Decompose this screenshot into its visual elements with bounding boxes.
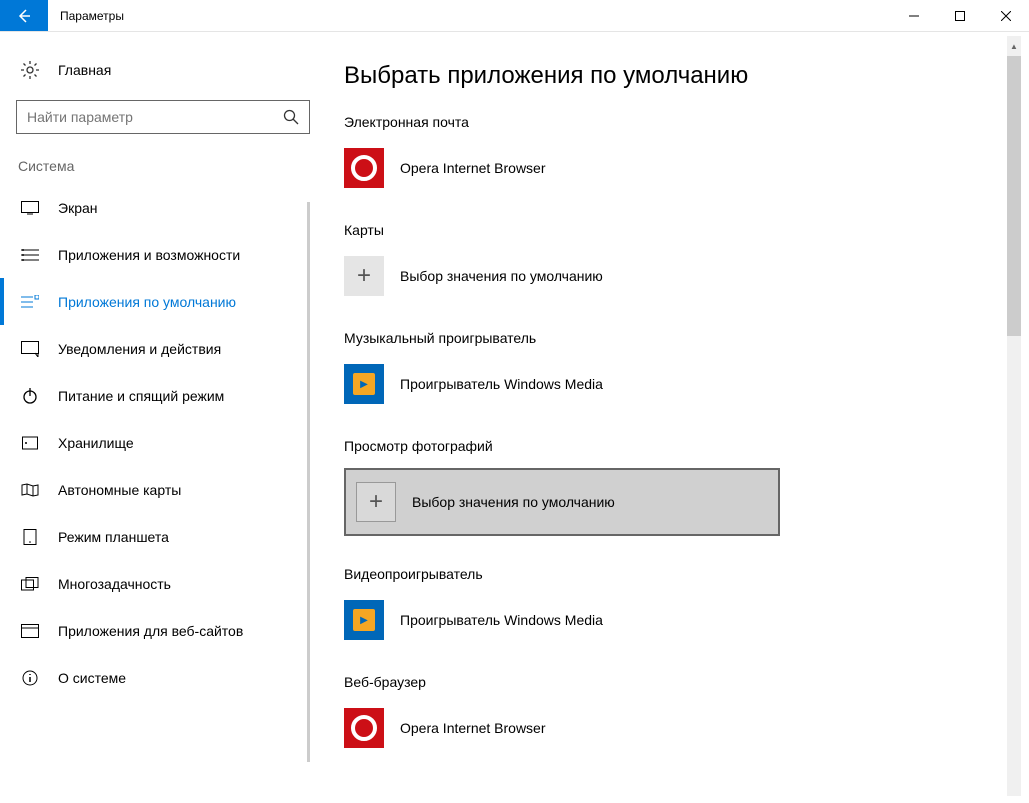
sidebar-item-label: Многозадачность bbox=[58, 576, 171, 592]
sidebar-item-label: Приложения по умолчанию bbox=[58, 294, 236, 310]
window-controls bbox=[891, 0, 1029, 31]
minimize-button[interactable] bbox=[891, 0, 937, 31]
default-app-email[interactable]: Opera Internet Browser bbox=[344, 144, 989, 192]
default-app-browser[interactable]: Opera Internet Browser bbox=[344, 704, 989, 752]
sidebar: Главная Система Экран Приложения и возмо… bbox=[0, 32, 310, 803]
content-area: Выбрать приложения по умолчанию Электрон… bbox=[310, 32, 1029, 803]
content-scrollbar[interactable]: ▲ bbox=[1007, 36, 1021, 796]
power-icon bbox=[20, 386, 40, 406]
titlebar: Параметры bbox=[0, 0, 1029, 32]
default-app-music[interactable]: Проигрыватель Windows Media bbox=[344, 360, 989, 408]
plus-icon: + bbox=[356, 482, 396, 522]
sidebar-item-tablet-mode[interactable]: Режим планшета bbox=[0, 513, 310, 560]
section-music-label: Музыкальный проигрыватель bbox=[344, 330, 989, 346]
opera-icon bbox=[344, 708, 384, 748]
sidebar-item-label: Автономные карты bbox=[58, 482, 181, 498]
section-maps-label: Карты bbox=[344, 222, 989, 238]
web-apps-icon bbox=[20, 621, 40, 641]
apps-icon bbox=[20, 245, 40, 265]
default-app-photo[interactable]: + Выбор значения по умолчанию bbox=[344, 468, 780, 536]
app-name: Выбор значения по умолчанию bbox=[412, 494, 615, 510]
notifications-icon bbox=[20, 339, 40, 359]
arrow-left-icon bbox=[16, 8, 32, 24]
app-name: Opera Internet Browser bbox=[400, 720, 546, 736]
tablet-icon bbox=[20, 527, 40, 547]
sidebar-item-label: Уведомления и действия bbox=[58, 341, 221, 357]
info-icon bbox=[20, 668, 40, 688]
app-name: Проигрыватель Windows Media bbox=[400, 376, 603, 392]
sidebar-item-web-apps[interactable]: Приложения для веб-сайтов bbox=[0, 607, 310, 654]
app-name: Проигрыватель Windows Media bbox=[400, 612, 603, 628]
sidebar-item-label: О системе bbox=[58, 670, 126, 686]
section-browser-label: Веб-браузер bbox=[344, 674, 989, 690]
wmp-icon bbox=[344, 600, 384, 640]
sidebar-item-storage[interactable]: Хранилище bbox=[0, 419, 310, 466]
sidebar-item-about[interactable]: О системе bbox=[0, 654, 310, 701]
close-button[interactable] bbox=[983, 0, 1029, 31]
scroll-up-icon[interactable]: ▲ bbox=[1007, 38, 1021, 54]
app-name: Opera Internet Browser bbox=[400, 160, 546, 176]
section-email-label: Электронная почта bbox=[344, 114, 989, 130]
wmp-icon bbox=[344, 364, 384, 404]
plus-icon: + bbox=[344, 256, 384, 296]
scrollbar-thumb[interactable] bbox=[1007, 56, 1021, 336]
sidebar-item-label: Приложения для веб-сайтов bbox=[58, 623, 243, 639]
sidebar-item-label: Режим планшета bbox=[58, 529, 169, 545]
sidebar-item-label: Хранилище bbox=[58, 435, 134, 451]
opera-icon bbox=[344, 148, 384, 188]
sidebar-item-multitasking[interactable]: Многозадачность bbox=[0, 560, 310, 607]
multitasking-icon bbox=[20, 574, 40, 594]
home-button[interactable]: Главная bbox=[0, 52, 310, 88]
window-title: Параметры bbox=[48, 0, 891, 31]
default-apps-icon bbox=[20, 292, 40, 312]
default-app-maps[interactable]: + Выбор значения по умолчанию bbox=[344, 252, 989, 300]
search-icon bbox=[283, 109, 299, 125]
sidebar-item-default-apps[interactable]: Приложения по умолчанию bbox=[0, 278, 310, 325]
maximize-button[interactable] bbox=[937, 0, 983, 31]
display-icon bbox=[20, 198, 40, 218]
sidebar-item-label: Питание и спящий режим bbox=[58, 388, 224, 404]
storage-icon bbox=[20, 433, 40, 453]
search-input[interactable] bbox=[16, 100, 310, 134]
sidebar-item-notifications[interactable]: Уведомления и действия bbox=[0, 325, 310, 372]
sidebar-item-apps-features[interactable]: Приложения и возможности bbox=[0, 231, 310, 278]
section-photo-label: Просмотр фотографий bbox=[344, 438, 989, 454]
search-field[interactable] bbox=[27, 109, 283, 125]
sidebar-item-label: Приложения и возможности bbox=[58, 247, 240, 263]
app-name: Выбор значения по умолчанию bbox=[400, 268, 603, 284]
section-video-label: Видеопроигрыватель bbox=[344, 566, 989, 582]
sidebar-item-power[interactable]: Питание и спящий режим bbox=[0, 372, 310, 419]
sidebar-item-offline-maps[interactable]: Автономные карты bbox=[0, 466, 310, 513]
sidebar-group-header: Система bbox=[0, 150, 310, 184]
sidebar-item-display[interactable]: Экран bbox=[0, 184, 310, 231]
back-button[interactable] bbox=[0, 0, 48, 31]
map-icon bbox=[20, 480, 40, 500]
gear-icon bbox=[20, 60, 40, 80]
sidebar-item-label: Экран bbox=[58, 200, 98, 216]
default-app-video[interactable]: Проигрыватель Windows Media bbox=[344, 596, 989, 644]
home-label: Главная bbox=[58, 62, 111, 78]
page-title: Выбрать приложения по умолчанию bbox=[344, 62, 989, 90]
